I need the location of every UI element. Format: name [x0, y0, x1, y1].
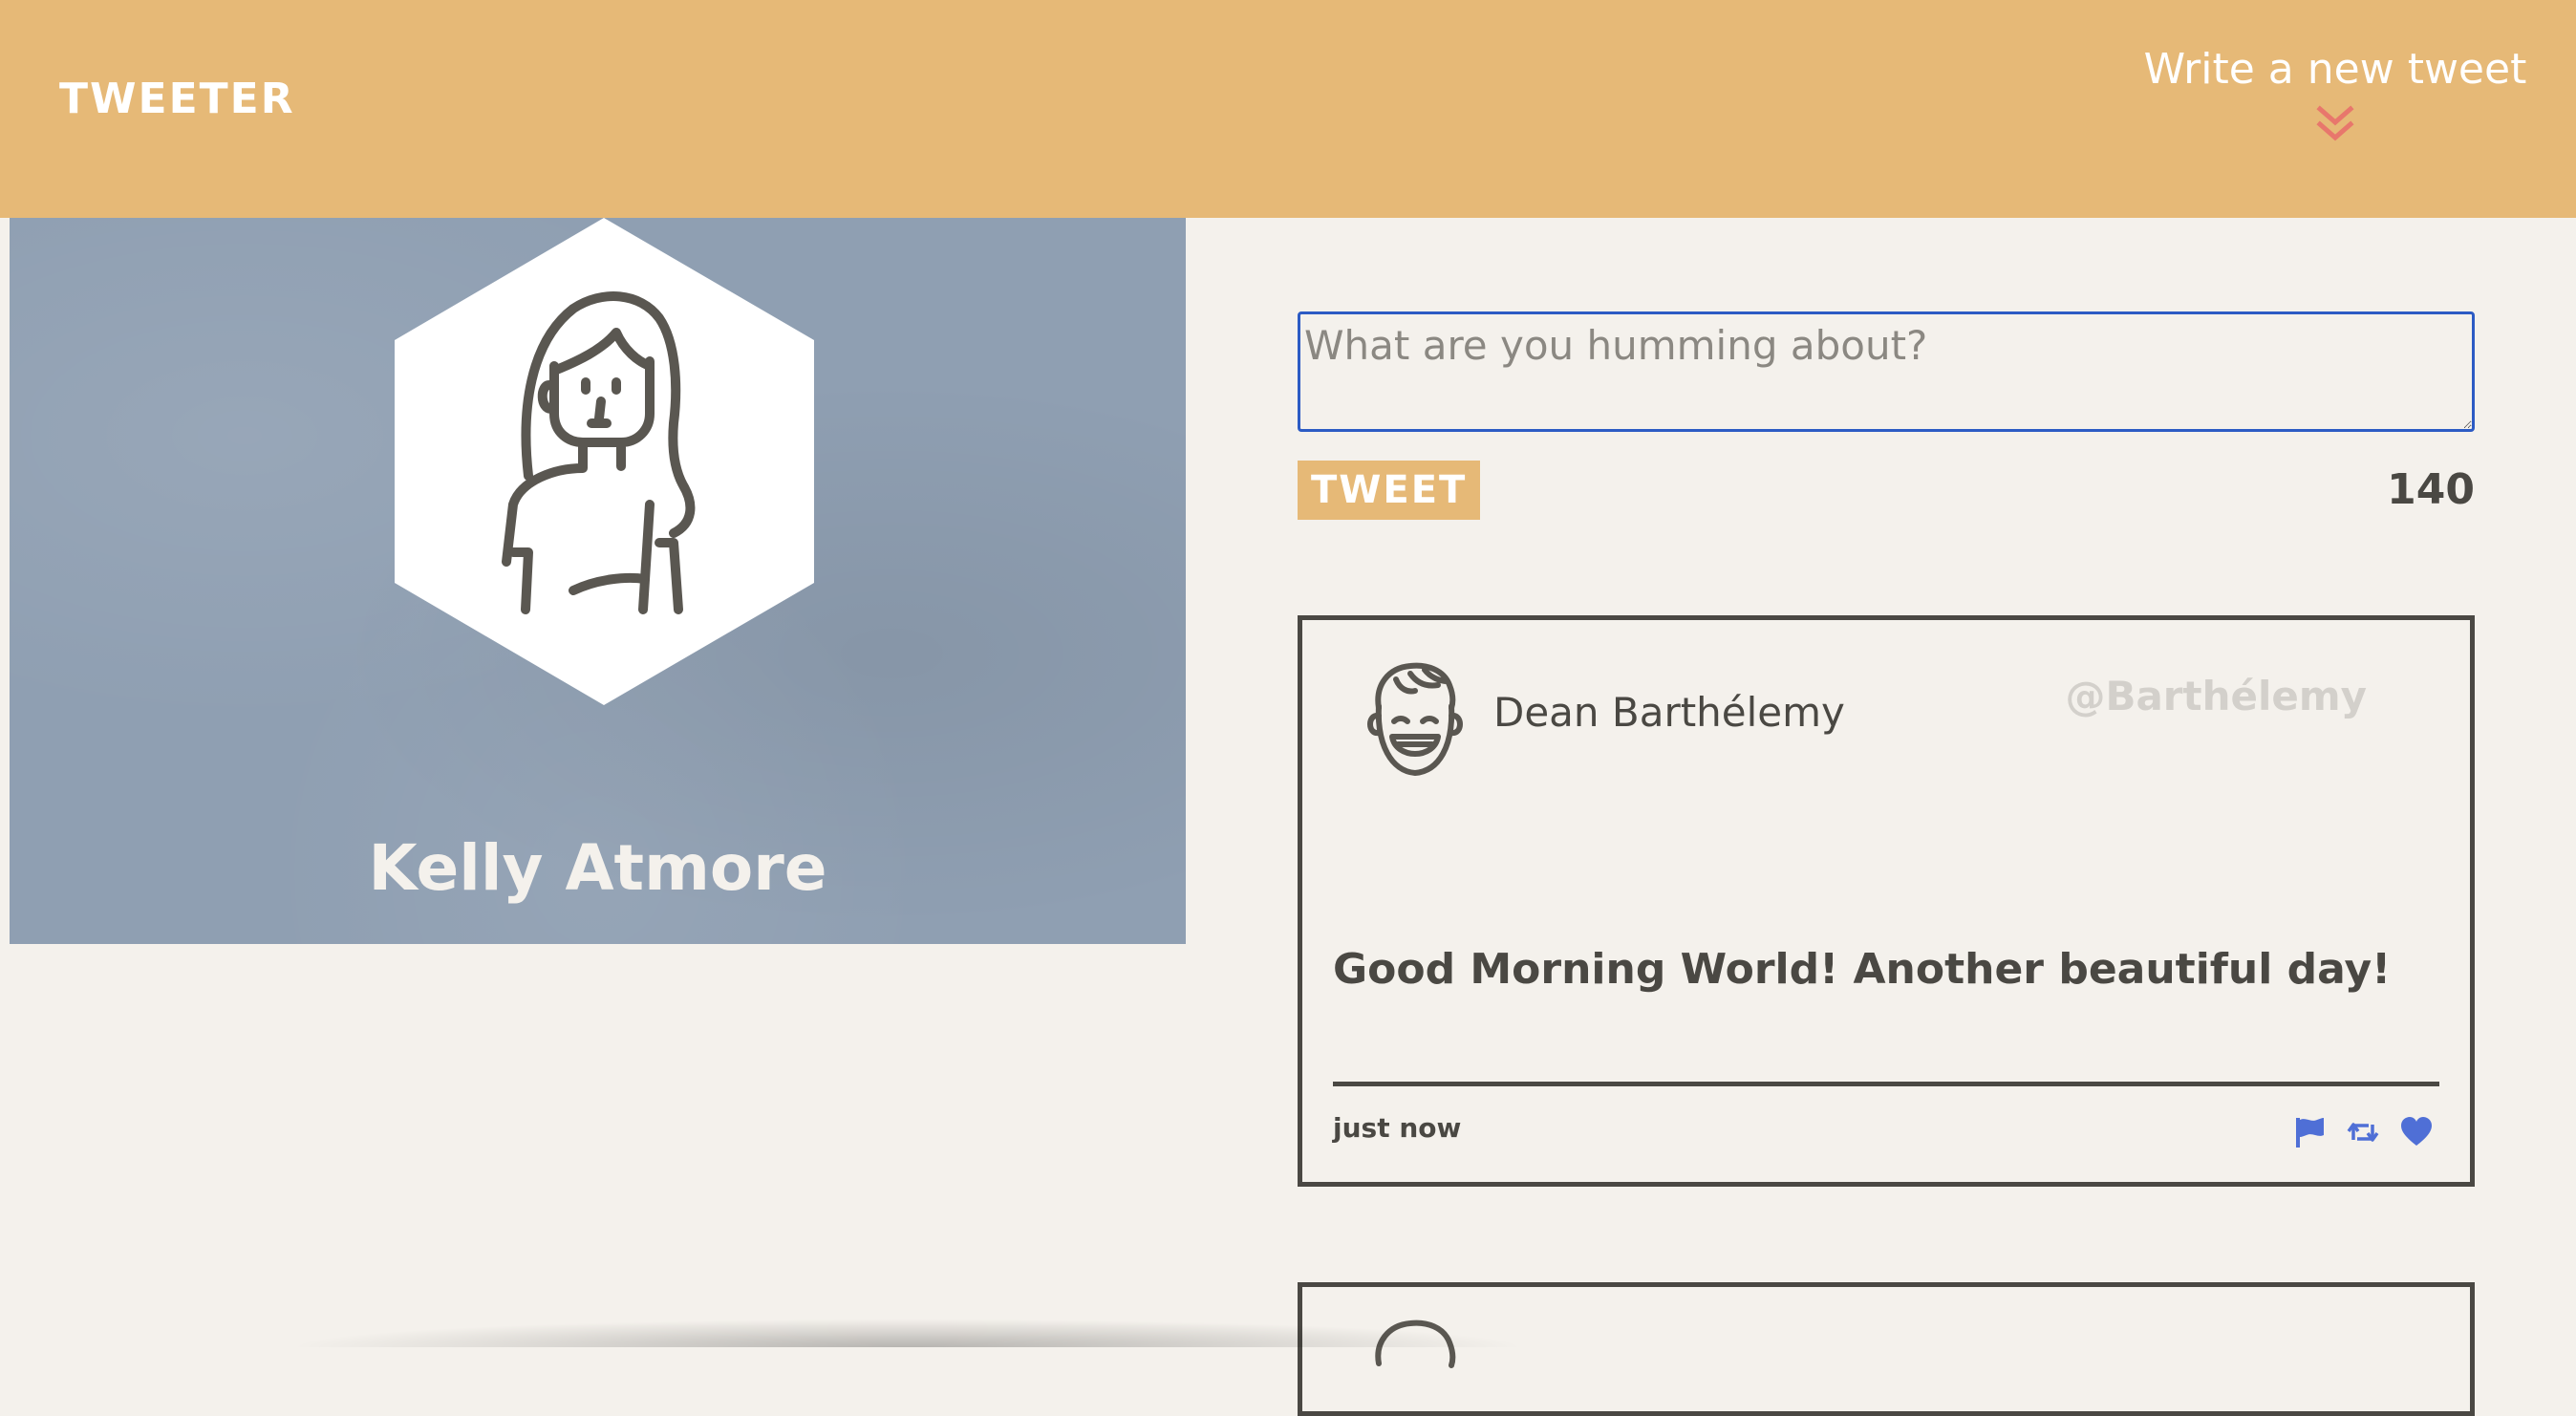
user-avatar-icon	[1375, 1319, 1456, 1368]
tweet-text-input[interactable]	[1298, 311, 2475, 432]
write-new-tweet-label[interactable]: Write a new tweet	[2135, 42, 2536, 97]
female-user-avatar-icon	[395, 218, 814, 705]
double-chevron-down-icon[interactable]	[2314, 103, 2356, 145]
tweet-actions	[2292, 1115, 2434, 1149]
tweet-content: Good Morning World! Another beautiful da…	[1333, 945, 2392, 994]
tweet-divider	[1333, 1082, 2439, 1086]
profile-header: Kelly Atmore	[10, 218, 1186, 944]
write-new-tweet-toggle[interactable]: Write a new tweet	[2135, 42, 2536, 166]
profile-name: Kelly Atmore	[368, 831, 827, 905]
character-counter: 140	[2387, 465, 2475, 514]
top-navbar: TWEETER Write a new tweet	[0, 0, 2576, 218]
male-user-avatar-icon	[1367, 662, 1463, 776]
tweet-composer: TWEET 140	[1298, 311, 2475, 520]
tweet-timestamp: just now	[1333, 1112, 1462, 1144]
brand-logo[interactable]: TWEETER	[59, 75, 295, 123]
tweet-submit-button[interactable]: TWEET	[1298, 461, 1481, 520]
tweet-author-name[interactable]: Dean Barthélemy	[1493, 689, 1845, 736]
tweet-author-handle[interactable]: @Barthélemy	[2065, 673, 2367, 719]
tweet-card: Dean Barthélemy @Barthélemy Good Morning…	[1298, 615, 2475, 1187]
retweet-icon[interactable]	[2346, 1115, 2380, 1149]
composer-footer: TWEET 140	[1298, 461, 2475, 520]
flag-icon[interactable]	[2292, 1115, 2327, 1149]
heart-icon[interactable]	[2399, 1115, 2434, 1149]
tweet-card-next	[1298, 1282, 2475, 1416]
